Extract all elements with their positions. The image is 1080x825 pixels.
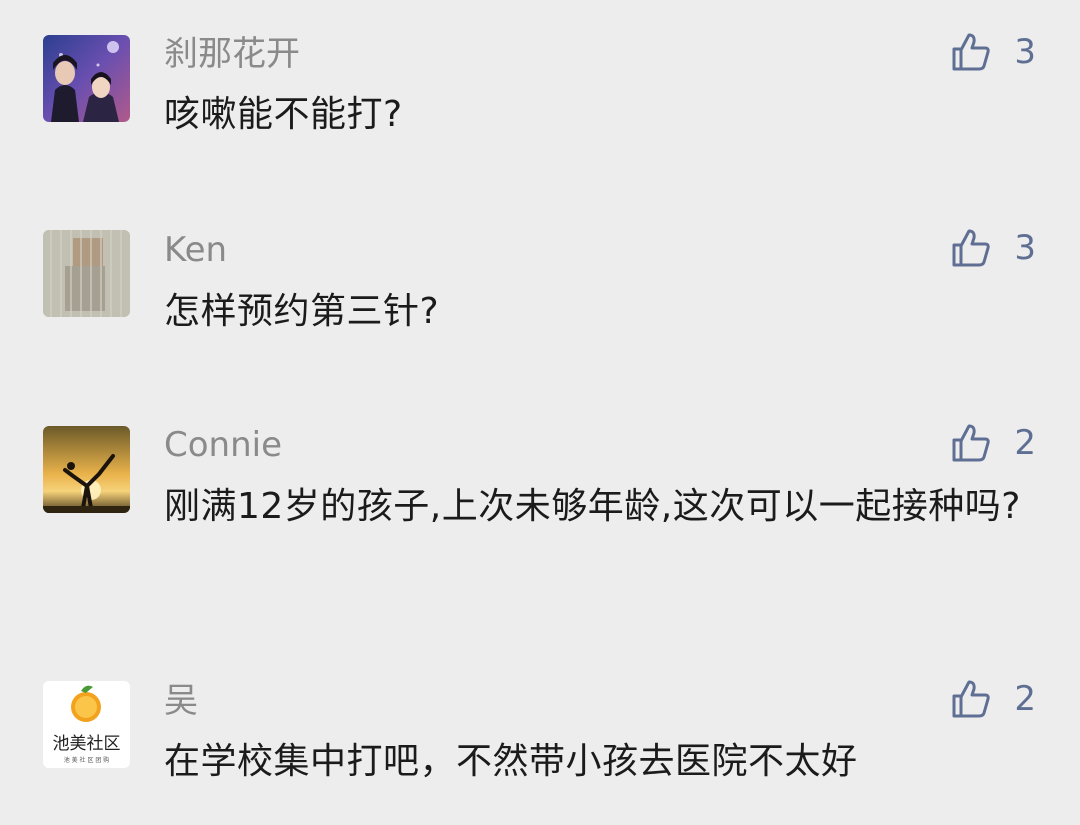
blurred-photo-avatar-icon	[43, 230, 130, 317]
like-count: 3	[1014, 228, 1036, 268]
avatar[interactable]	[43, 230, 130, 317]
comment-text: 刚满12岁的孩子,上次未够年龄,这次可以一起接种吗?	[164, 486, 1021, 527]
sunset-yoga-avatar-icon	[43, 426, 130, 513]
comment-author[interactable]: Ken	[164, 230, 227, 270]
logo-subtext: 池 美 社 区 团 购	[64, 756, 110, 764]
logo-text: 池美社区	[53, 734, 121, 754]
like-button[interactable]: 2	[950, 421, 1036, 465]
comment-text: 咳嗽能不能打?	[164, 94, 403, 135]
like-button[interactable]: 2	[950, 677, 1036, 721]
avatar[interactable]: 池美社区 池 美 社 区 团 购	[43, 681, 130, 768]
thumbs-up-icon	[952, 33, 991, 71]
like-button[interactable]: 3	[950, 226, 1036, 270]
thumbs-up-icon	[952, 424, 991, 462]
thumbs-up-icon	[952, 229, 991, 267]
comment-text: 怎样预约第三针?	[164, 291, 440, 332]
like-count: 2	[1014, 679, 1036, 719]
like-count: 3	[1014, 32, 1036, 72]
comment-author[interactable]: Connie	[164, 425, 282, 465]
portrait-avatar-icon	[43, 35, 130, 122]
like-button[interactable]: 3	[950, 30, 1036, 74]
community-logo-avatar-icon: 池美社区 池 美 社 区 团 购	[43, 681, 130, 768]
comment-text: 在学校集中打吧，不然带小孩去医院不太好	[164, 741, 858, 782]
comment-author[interactable]: 刹那花开	[164, 34, 300, 74]
avatar[interactable]	[43, 426, 130, 513]
like-count: 2	[1014, 423, 1036, 463]
thumbs-up-icon	[952, 680, 991, 718]
comment-author[interactable]: 吴	[164, 681, 198, 721]
avatar[interactable]	[43, 35, 130, 122]
